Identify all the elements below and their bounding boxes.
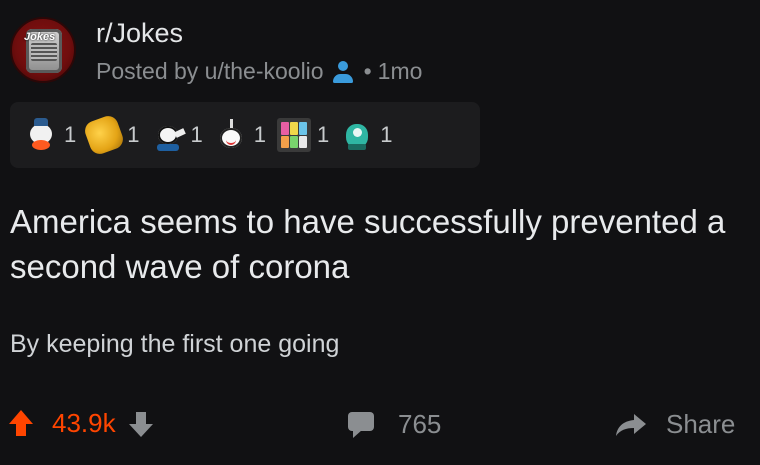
subreddit-logo-text: Jokes	[24, 31, 56, 43]
subreddit-avatar[interactable]: Jokes	[10, 17, 76, 83]
award-count: 1	[190, 122, 203, 147]
awards-bar[interactable]: 1 1 1 1 1 1	[10, 102, 480, 168]
award-count: 1	[317, 122, 330, 147]
downvote-arrow-icon[interactable]	[128, 410, 154, 438]
wholesome-award-icon	[214, 118, 248, 152]
award-snoo[interactable]: 1	[151, 118, 203, 152]
fist-award-icon	[82, 113, 127, 157]
vote-score: 43.9k	[52, 408, 116, 438]
award-helpful[interactable]: 1	[340, 118, 393, 152]
post-title[interactable]: America seems to have successfully preve…	[10, 199, 750, 289]
comment-count: 765	[398, 409, 442, 439]
post-header: Jokes r/Jokes Posted by u/the-koolio • 1…	[10, 17, 750, 85]
post-age: 1mo	[377, 58, 423, 84]
share-arrow-icon	[614, 412, 648, 438]
award-count: 1	[380, 122, 393, 147]
post-body: By keeping the first one going	[10, 330, 340, 358]
comment-bubble-icon	[348, 411, 374, 438]
subreddit-name[interactable]: r/Jokes	[96, 18, 183, 49]
user-icon	[332, 60, 354, 84]
comments-button[interactable]: 765	[348, 409, 441, 440]
post-actions-bar: 43.9k 765 Share	[0, 400, 760, 450]
helpful-award-icon	[340, 118, 374, 152]
silver-award-icon	[24, 118, 58, 152]
share-label: Share	[666, 409, 736, 439]
award-count: 1	[127, 122, 140, 147]
posted-by-user[interactable]: Posted by u/the-koolio	[96, 58, 324, 85]
award-wholesome[interactable]: 1	[214, 118, 266, 152]
separator-dot: •	[363, 58, 372, 84]
award-count: 1	[253, 122, 266, 147]
award-silver[interactable]: 1	[24, 118, 76, 152]
grid-award-icon	[277, 118, 311, 152]
share-button[interactable]: Share	[614, 409, 735, 440]
award-count: 1	[64, 122, 77, 147]
post-meta: Posted by u/the-koolio • 1mo	[96, 58, 422, 85]
award-grid[interactable]: 1	[277, 118, 329, 152]
vote-controls: 43.9k	[8, 408, 154, 439]
upvote-arrow-icon[interactable]	[8, 409, 34, 438]
snoo-award-icon	[151, 118, 186, 152]
award-fist[interactable]: 1	[82, 113, 140, 157]
